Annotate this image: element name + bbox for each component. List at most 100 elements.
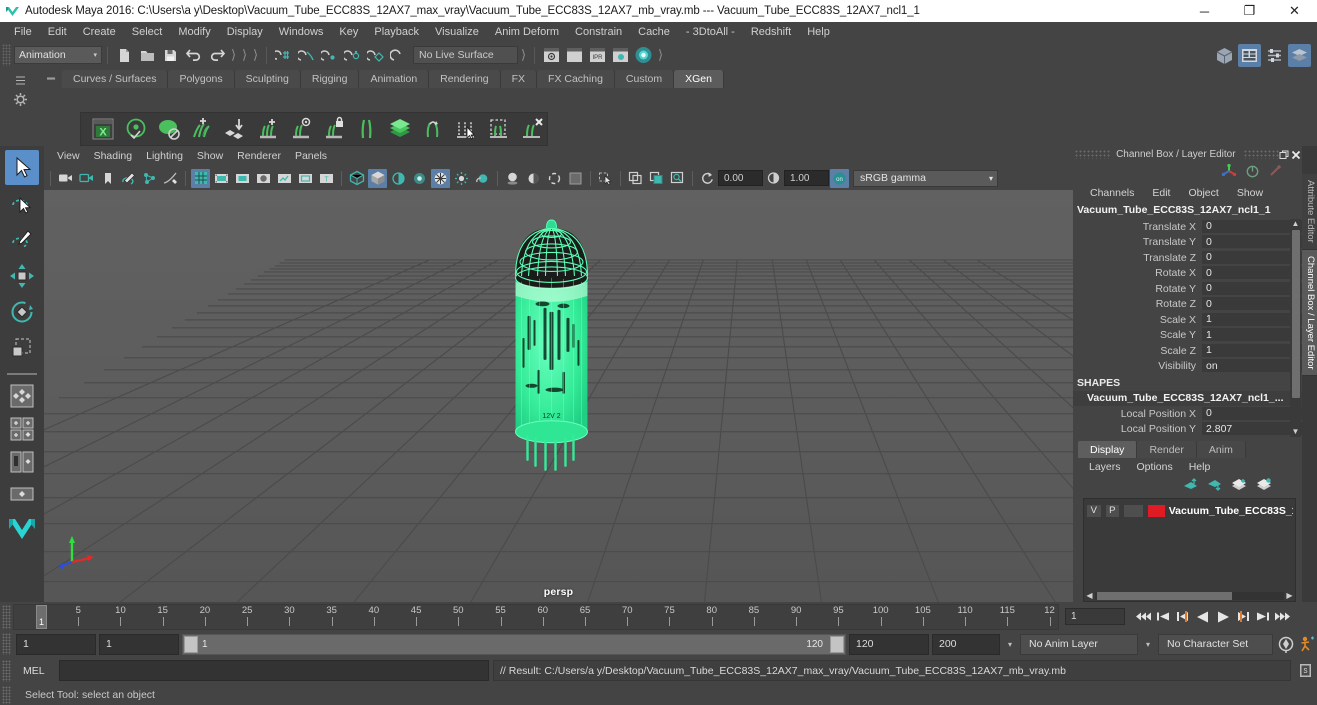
gamma-icon[interactable]	[764, 169, 783, 188]
grid-toggle-icon[interactable]	[191, 168, 210, 188]
shape-channel-value-local-position-y[interactable]: 2.807	[1202, 422, 1302, 437]
minimize-button[interactable]: ─	[1182, 0, 1227, 22]
wireframe-icon[interactable]	[347, 169, 366, 188]
layer-display-type-toggle[interactable]	[1123, 503, 1145, 518]
collapse-bracket-icon[interactable]: ⟩	[241, 47, 248, 64]
viewport-menu-show[interactable]: Show	[190, 148, 230, 164]
channel-value-scale-z[interactable]: 1	[1202, 343, 1302, 358]
menu-item-visualize[interactable]: Visualize	[427, 24, 487, 40]
playback-start-time-field[interactable]: 1	[99, 633, 179, 655]
helpline-grip[interactable]	[2, 685, 11, 704]
animation-start-time-field[interactable]: 1	[16, 633, 96, 655]
menu-item-edit[interactable]: Edit	[40, 24, 75, 40]
layer-playback-toggle[interactable]: P	[1104, 503, 1121, 518]
commandline-grip[interactable]	[2, 659, 11, 682]
wireframe-on-shaded-icon[interactable]	[431, 168, 450, 188]
scroll-right-icon[interactable]: ▶	[1284, 591, 1295, 600]
scrollbar-track[interactable]	[1095, 591, 1284, 600]
range-start-handle[interactable]	[184, 635, 198, 653]
color-management-selector[interactable]: sRGB gamma ▾	[853, 169, 998, 187]
channel-value-translate-y[interactable]: 0	[1202, 235, 1302, 250]
channelbox-menu-object[interactable]: Object	[1179, 186, 1227, 200]
close-icon[interactable]	[1290, 148, 1302, 162]
go-to-start-icon[interactable]	[1133, 606, 1152, 627]
scrollbar-thumb[interactable]	[1291, 230, 1300, 398]
panel-grip[interactable]	[1243, 150, 1279, 159]
shape-channel-value-local-position-x[interactable]: 0	[1202, 406, 1302, 421]
perspective-viewport[interactable]: 12V 2 persp	[44, 190, 1073, 602]
redo-icon[interactable]	[206, 45, 227, 66]
layer-tab-anim[interactable]: Anim	[1196, 441, 1246, 458]
move-layer-down-icon[interactable]	[1207, 478, 1222, 494]
character-set-selector[interactable]: No Character Set	[1158, 633, 1273, 655]
shelf-tab-fx[interactable]: FX	[500, 70, 538, 88]
timeline-track[interactable]: 1 5 10 15 20 25 30 35 40 45 50 55 60 65 70 75 80 85 90 95 1…	[13, 603, 1059, 630]
layer-menu-options[interactable]: Options	[1129, 460, 1181, 474]
paste-viewport-icon[interactable]	[647, 169, 666, 188]
play-backwards-icon[interactable]	[1193, 606, 1212, 627]
render-view-icon[interactable]	[633, 45, 654, 66]
smooth-shade-all-icon[interactable]	[368, 168, 387, 188]
channel-value-scale-x[interactable]: 1	[1202, 312, 1302, 327]
two-pane-layout-icon[interactable]	[7, 447, 37, 477]
move-tool-disabled-icon[interactable]	[1267, 164, 1284, 182]
menu-item-redshift[interactable]: Redshift	[743, 24, 799, 40]
xgen-import-collection-icon[interactable]	[219, 114, 250, 144]
camera-attributes-icon[interactable]	[77, 169, 96, 188]
go-to-end-icon[interactable]	[1273, 606, 1292, 627]
channel-value-rotate-z[interactable]: 0	[1202, 297, 1302, 312]
channel-value-translate-z[interactable]: 0	[1202, 250, 1302, 265]
four-view-layout-icon[interactable]	[7, 414, 37, 444]
layer-name[interactable]: Vacuum_Tube_ECC83S_1	[1169, 505, 1293, 517]
channelbox-scrollbar[interactable]: ▲ ▼	[1290, 219, 1301, 437]
collapse-bracket-icon[interactable]: ⟩	[252, 47, 259, 64]
panel-grip[interactable]	[1075, 150, 1111, 159]
step-back-key-icon[interactable]	[1153, 606, 1172, 627]
shelf-settings-gear-icon[interactable]	[11, 92, 29, 108]
layer-color-swatch[interactable]	[1147, 503, 1166, 518]
statusline-grip[interactable]	[2, 44, 11, 66]
shelf-options-icon[interactable]	[11, 73, 29, 89]
side-tab-channel-box[interactable]: Channel Box / Layer Editor	[1302, 249, 1317, 377]
viewport-menu-panels[interactable]: Panels	[288, 148, 334, 164]
show-hide-channel-box-icon[interactable]	[1288, 43, 1311, 67]
range-end-handle[interactable]	[830, 635, 844, 653]
snap-to-view-plane-icon[interactable]	[365, 45, 386, 66]
show-hide-attribute-editor-panel-icon[interactable]	[1238, 43, 1261, 67]
image-plane-icon[interactable]	[119, 169, 138, 188]
shelf-handle-icon[interactable]: ━	[40, 70, 62, 88]
xgen-layers-icon[interactable]	[384, 114, 415, 144]
make-live-icon[interactable]	[388, 45, 409, 66]
menu-item-display[interactable]: Display	[219, 24, 271, 40]
menu-item-constrain[interactable]: Constrain	[567, 24, 630, 40]
command-language-label[interactable]: MEL	[17, 665, 55, 677]
scroll-left-icon[interactable]: ◀	[1084, 591, 1095, 600]
channelbox-menu-edit[interactable]: Edit	[1143, 186, 1179, 200]
channelbox-menu-channels[interactable]: Channels	[1081, 186, 1143, 200]
layer-tab-display[interactable]: Display	[1078, 441, 1138, 458]
layer-menu-help[interactable]: Help	[1181, 460, 1219, 474]
rangebar-grip[interactable]	[2, 633, 11, 655]
lasso-select-tool-icon[interactable]	[5, 186, 39, 221]
shelf-tab-curves-surfaces[interactable]: Curves / Surfaces	[62, 70, 169, 88]
channelbox-menu-show[interactable]: Show	[1228, 186, 1272, 200]
shadows-icon[interactable]	[503, 169, 522, 188]
show-hide-tool-settings-icon[interactable]	[564, 45, 585, 66]
save-scene-icon[interactable]	[160, 45, 181, 66]
copy-viewport-icon[interactable]	[626, 169, 645, 188]
show-hide-paint-effects-icon[interactable]: IPR	[587, 45, 608, 66]
flat-shade-icon[interactable]	[410, 169, 429, 188]
play-forwards-icon[interactable]	[1213, 606, 1232, 627]
color-management-toggle-icon[interactable]: on	[830, 168, 849, 188]
multisample-icon[interactable]	[566, 169, 585, 188]
command-input[interactable]	[59, 660, 489, 681]
channel-value-rotate-x[interactable]: 0	[1202, 266, 1302, 281]
grease-pencil-icon[interactable]	[161, 169, 180, 188]
shelf-tab-sculpting[interactable]: Sculpting	[234, 70, 301, 88]
resolution-gate-icon[interactable]	[233, 169, 252, 188]
display-layer-list[interactable]: V P Vacuum_Tube_ECC83S_1 ◀ ▶	[1083, 498, 1296, 602]
no-operation-icon[interactable]	[1244, 164, 1261, 182]
layer-horizontal-scrollbar[interactable]: ◀ ▶	[1084, 590, 1295, 601]
auto-keyframe-icon[interactable]	[1276, 634, 1295, 655]
show-hide-modeling-toolkit-icon[interactable]	[1213, 44, 1236, 67]
